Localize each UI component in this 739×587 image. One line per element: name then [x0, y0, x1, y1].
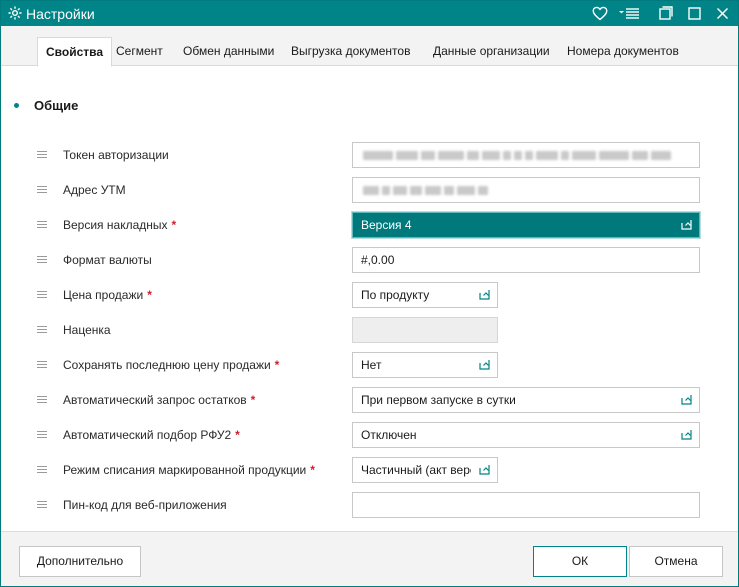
field-row-keep-last-price: Сохранять последнюю цену продажи * Нет: [1, 351, 738, 381]
window-title: Настройки: [26, 6, 95, 22]
drag-handle-icon[interactable]: [37, 186, 47, 194]
field-label: Сохранять последнюю цену продажи *: [63, 358, 280, 372]
auto-rfu2-select[interactable]: Отключен: [352, 422, 700, 448]
field-row-markup: Наценка: [1, 316, 738, 346]
drag-handle-icon[interactable]: [37, 431, 47, 439]
field-row-utm-address: Адрес УТМ: [1, 176, 738, 206]
required-marker: *: [250, 393, 256, 407]
auth-token-input[interactable]: [352, 142, 700, 168]
close-icon[interactable]: [712, 3, 732, 23]
ok-button[interactable]: ОК: [533, 546, 627, 577]
required-marker: *: [235, 428, 240, 442]
maximize-icon[interactable]: [684, 3, 704, 23]
field-label: Адрес УТМ: [63, 183, 126, 197]
title-bar: Настройки: [1, 1, 738, 26]
field-row-auto-rfu2: Автоматический подбор РФУ2 * Отключен: [1, 421, 738, 451]
tab-bar: Свойства Сегмент Обмен данными Выгрузка …: [1, 26, 738, 67]
select-value: При первом запуске в сутки: [361, 393, 516, 407]
tab-document-export[interactable]: Выгрузка документов: [283, 37, 418, 67]
dropdown-icon: [681, 430, 692, 440]
field-row-writeoff-mode: Режим списания маркированной продукции * …: [1, 456, 738, 486]
drag-handle-icon[interactable]: [37, 466, 47, 474]
menu-list-icon[interactable]: [617, 3, 641, 23]
field-row-currency-format: Формат валюты #,0.00: [1, 246, 738, 276]
auto-stock-request-select[interactable]: При первом запуске в сутки: [352, 387, 700, 413]
heart-icon[interactable]: [590, 3, 610, 23]
drag-handle-icon[interactable]: [37, 291, 47, 299]
utm-address-input[interactable]: [352, 177, 700, 203]
required-marker: *: [171, 218, 177, 232]
markup-input: [352, 317, 498, 343]
field-label: Формат валюты: [63, 253, 152, 267]
drag-handle-icon[interactable]: [37, 151, 47, 159]
field-row-web-pin: Пин-код для веб-приложения: [1, 491, 738, 521]
select-value: Версия 4: [361, 218, 412, 232]
gear-icon: [7, 5, 23, 21]
dropdown-icon: [681, 395, 692, 405]
required-marker: *: [274, 358, 280, 372]
field-label: Автоматический запрос остатков *: [63, 393, 256, 407]
dropdown-icon: [479, 360, 490, 370]
dropdown-icon: [479, 465, 490, 475]
field-label: Версия накладных *: [63, 218, 177, 232]
field-row-auth-token: Токен авторизации: [1, 141, 738, 171]
keep-last-price-select[interactable]: Нет: [352, 352, 498, 378]
select-value: Частичный (акт верс: [361, 463, 471, 477]
field-label: Режим списания маркированной продукции *: [63, 463, 315, 477]
section-title-general: Общие: [34, 98, 79, 113]
dropdown-icon: [479, 290, 490, 300]
currency-format-input[interactable]: #,0.00: [352, 247, 700, 273]
blurred-value: [363, 186, 488, 195]
dropdown-icon: [681, 220, 692, 230]
field-row-sale-price: Цена продажи * По продукту: [1, 281, 738, 311]
field-row-invoice-version: Версия накладных * Версия 4: [1, 211, 738, 241]
tab-document-numbers[interactable]: Номера документов: [559, 37, 687, 67]
select-value: Отключен: [361, 428, 417, 442]
more-button[interactable]: Дополнительно: [19, 546, 141, 577]
field-label: Наценка: [63, 323, 111, 337]
settings-window: Настройки Свойства Сегмент Обмен данными…: [0, 0, 739, 587]
field-row-auto-stock-request: Автоматический запрос остатков * При перв…: [1, 386, 738, 416]
blurred-value: [363, 151, 671, 160]
drag-handle-icon[interactable]: [37, 501, 47, 509]
tab-organization-data[interactable]: Данные организации: [425, 37, 558, 67]
required-marker: *: [147, 288, 152, 302]
tab-segment[interactable]: Сегмент: [108, 37, 171, 67]
invoice-version-select[interactable]: Версия 4: [352, 212, 700, 238]
drag-handle-icon[interactable]: [37, 396, 47, 404]
restore-window-icon[interactable]: [656, 3, 676, 23]
field-label: Автоматический подбор РФУ2 *: [63, 428, 240, 442]
drag-handle-icon[interactable]: [37, 221, 47, 229]
select-value: Нет: [361, 358, 382, 372]
required-marker: *: [310, 463, 315, 477]
tab-properties[interactable]: Свойства: [37, 37, 113, 67]
field-label: Пин-код для веб-приложения: [63, 498, 227, 512]
field-label: Цена продажи *: [63, 288, 152, 302]
input-value: #,0.00: [361, 253, 395, 267]
drag-handle-icon[interactable]: [37, 361, 47, 369]
writeoff-mode-select[interactable]: Частичный (акт верс: [352, 457, 498, 483]
field-label: Токен авторизации: [63, 148, 169, 162]
drag-handle-icon[interactable]: [37, 326, 47, 334]
sale-price-select[interactable]: По продукту: [352, 282, 498, 308]
section-bullet: [14, 103, 19, 108]
drag-handle-icon[interactable]: [37, 256, 47, 264]
cancel-button[interactable]: Отмена: [629, 546, 723, 577]
properties-panel: Общие Токен авторизации Адрес УТМ Версия…: [1, 67, 738, 531]
select-value: По продукту: [361, 288, 430, 302]
dialog-footer: Дополнительно ОК Отмена: [1, 531, 738, 586]
web-pin-input[interactable]: [352, 492, 700, 518]
tab-data-exchange[interactable]: Обмен данными: [175, 37, 282, 67]
